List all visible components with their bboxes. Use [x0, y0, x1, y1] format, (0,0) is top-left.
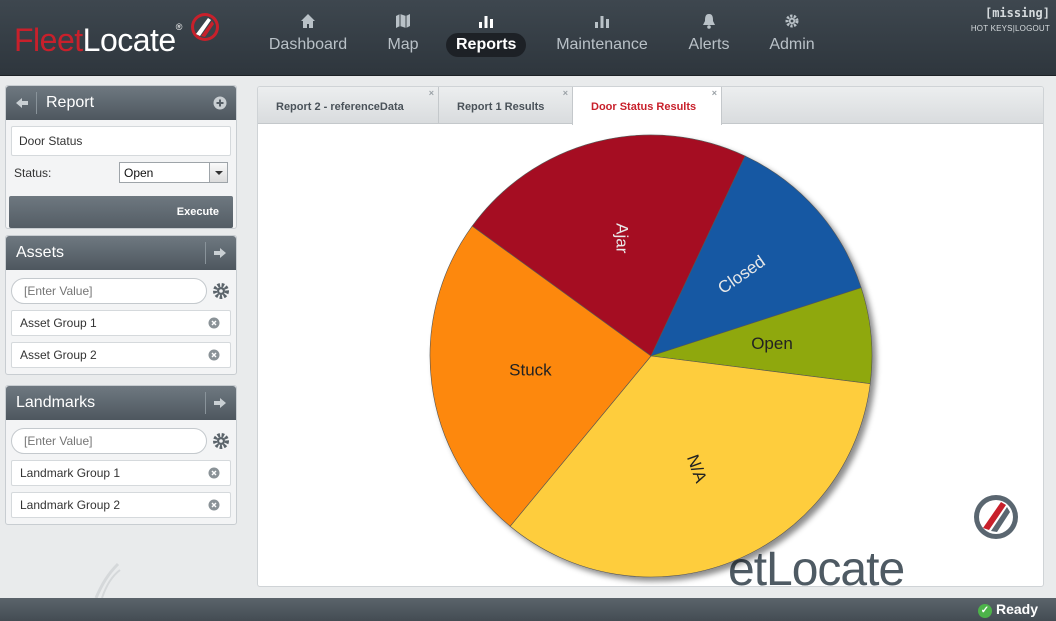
results-tabbar: Report 2 - referenceData × Report 1 Resu… — [258, 87, 1043, 125]
execute-button[interactable]: Execute — [9, 196, 233, 228]
status-select-value: Open — [124, 166, 154, 180]
list-item[interactable]: Landmark Group 2 — [11, 492, 231, 518]
bar-chart-icon — [595, 16, 609, 28]
nav-map[interactable]: Map — [378, 0, 428, 64]
door-status-pie-chart: AjarClosedOpenN/AStuck — [429, 134, 873, 578]
report-panel-header: Report — [6, 86, 236, 120]
close-icon[interactable]: × — [563, 87, 568, 113]
header-divider — [205, 242, 206, 264]
bar-chart-icon — [479, 16, 493, 28]
nav-reports[interactable]: Reports — [446, 0, 526, 64]
forward-arrow-icon[interactable] — [212, 395, 228, 411]
home-icon — [301, 14, 315, 28]
logo-fleet-text: Fleet — [14, 22, 83, 58]
remove-icon[interactable] — [208, 317, 220, 329]
tab-label: Door Status Results — [591, 101, 697, 113]
pie-label-ajar: Ajar — [612, 223, 631, 254]
user-links: HOT KEYS|LOGOUT — [971, 24, 1050, 33]
nav-label: Alerts — [688, 36, 730, 53]
chevron-down-icon — [209, 163, 227, 182]
list-item[interactable]: Asset Group 1 — [11, 310, 231, 336]
tab-report-2[interactable]: Report 2 - referenceData × — [258, 87, 439, 124]
remove-icon[interactable] — [208, 349, 220, 361]
gear-icon — [785, 14, 799, 28]
nav-maintenance[interactable]: Maintenance — [552, 0, 652, 64]
nav-alerts[interactable]: Alerts — [684, 0, 734, 64]
map-icon — [396, 14, 410, 28]
list-item[interactable]: Asset Group 2 — [11, 342, 231, 368]
bell-icon — [703, 14, 715, 29]
landmarks-search-input[interactable] — [11, 428, 207, 454]
status-label: Status: — [14, 166, 52, 180]
header-divider — [205, 392, 206, 414]
nav-label: Maintenance — [556, 36, 648, 53]
remove-icon[interactable] — [208, 467, 220, 479]
nav-label: Map — [387, 36, 419, 53]
tab-label: Report 1 Results — [457, 101, 545, 113]
report-name-field[interactable]: Door Status — [11, 126, 231, 156]
nav-label: Admin — [769, 36, 815, 53]
tab-label: Report 2 - referenceData — [276, 101, 404, 113]
gear-icon[interactable] — [211, 431, 231, 451]
landmarks-panel: Landmarks Landmark Group 1 Landmark Grou… — [5, 385, 237, 525]
landmarks-panel-header: Landmarks — [6, 386, 236, 420]
logout-link[interactable]: LOGOUT — [1015, 24, 1050, 33]
logo-registered-mark: ® — [175, 22, 183, 32]
landmarks-search-row — [11, 428, 231, 454]
list-item[interactable]: Landmark Group 1 — [11, 460, 231, 486]
username: [missing] — [984, 6, 1050, 20]
nav-label: Dashboard — [268, 36, 348, 53]
add-icon[interactable] — [212, 95, 228, 111]
tab-report-1[interactable]: Report 1 Results × — [439, 87, 573, 124]
gear-icon[interactable] — [211, 281, 231, 301]
top-header: FleetLocate® Dashboard Map Reports Maint… — [0, 0, 1056, 76]
user-area: [missing] HOT KEYS|LOGOUT — [971, 6, 1050, 33]
list-item-label: Asset Group 1 — [20, 316, 97, 330]
list-item-label: Landmark Group 2 — [20, 498, 121, 512]
app-logo[interactable]: FleetLocate® — [14, 22, 182, 59]
ready-status-text: Ready — [995, 601, 1038, 617]
assets-panel-header: Assets — [6, 236, 236, 270]
assets-search-input[interactable] — [11, 278, 207, 304]
report-panel: Report Door Status Status: Open Execute — [5, 85, 237, 229]
hotkeys-link[interactable]: HOT KEYS — [971, 24, 1013, 33]
assets-search-row — [11, 278, 231, 304]
status-select[interactable]: Open — [119, 162, 228, 183]
back-arrow-icon[interactable] — [14, 95, 30, 111]
status-row: Status: Open — [6, 162, 236, 188]
pie-label-stuck: Stuck — [509, 361, 552, 380]
tab-door-status-results[interactable]: Door Status Results × — [572, 87, 722, 125]
nav-label: Reports — [446, 33, 526, 57]
assets-panel-title: Assets — [16, 244, 65, 261]
report-panel-title: Report — [46, 94, 95, 111]
close-icon[interactable]: × — [712, 87, 717, 113]
landmarks-panel-title: Landmarks — [16, 394, 96, 411]
forward-arrow-icon[interactable] — [212, 245, 228, 261]
assets-panel: Assets Asset Group 1 Asset Group 2 — [5, 235, 237, 375]
faint-logo-icon — [94, 562, 121, 599]
close-icon[interactable]: × — [429, 87, 434, 113]
nav-dashboard[interactable]: Dashboard — [268, 0, 348, 64]
remove-icon[interactable] — [208, 499, 220, 511]
logo-road-badge-icon — [191, 13, 219, 41]
nav-admin[interactable]: Admin — [764, 0, 820, 64]
chart-area: etLocate® AjarClosedOpenN/AStuck — [258, 124, 1043, 586]
ready-status: ✓ Ready — [977, 601, 1038, 618]
header-divider — [36, 92, 37, 114]
list-item-label: Asset Group 2 — [20, 348, 97, 362]
logo-locate-text: Locate — [82, 22, 177, 58]
check-icon: ✓ — [977, 604, 992, 618]
pie-label-open: Open — [751, 334, 793, 353]
list-item-label: Landmark Group 1 — [20, 466, 121, 480]
bottom-status-bar: ✓ Ready — [0, 598, 1056, 621]
report-results-panel: Report 2 - referenceData × Report 1 Resu… — [257, 86, 1044, 587]
